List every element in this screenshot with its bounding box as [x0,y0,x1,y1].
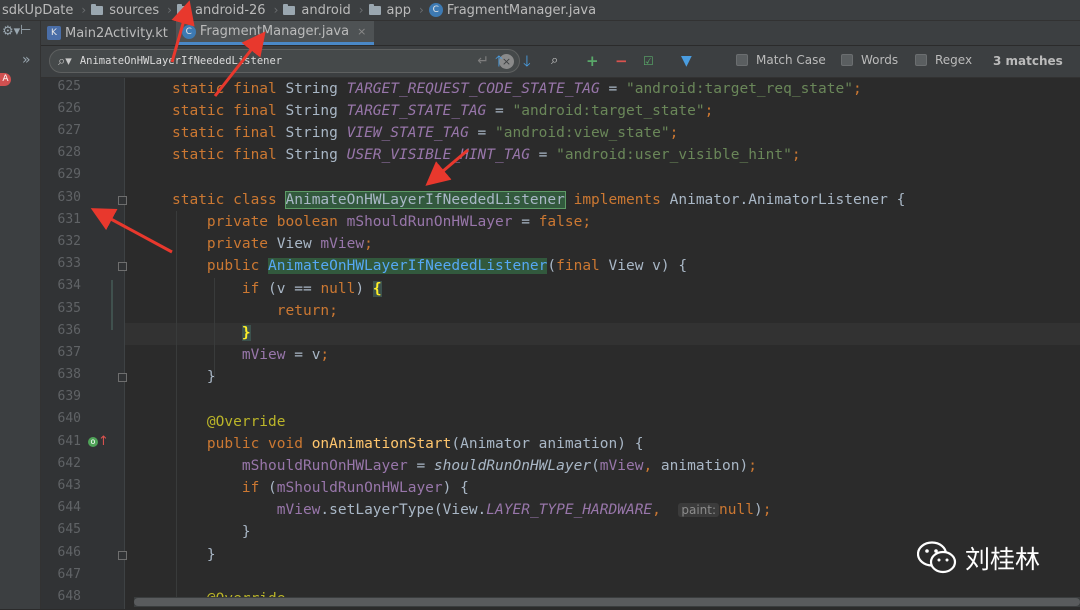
code-line: static final String TARGET_STATE_TAG = "… [172,103,714,119]
code-line: private boolean mShouldRunOnHWLayer = fa… [206,214,592,230]
code-line: public void onAnimationStart(Animator an… [206,436,644,452]
code-line: static final String TARGET_REQUEST_CODE_… [172,81,862,97]
breadcrumb-item-app[interactable]: app [367,3,416,18]
code-line: static final String VIEW_STATE_TAG = "an… [172,125,679,141]
match-case-checkbox[interactable] [736,54,748,66]
select-all-occurrences-icon[interactable]: ☑ [643,52,654,70]
folder-icon [368,3,381,15]
breadcrumb-item-android[interactable]: android [281,3,355,18]
breadcrumb-label: android-26 [194,2,266,18]
breadcrumb-separator: › [81,3,87,17]
previous-occurrence-icon[interactable]: 🡑 [495,52,503,70]
match-case-label[interactable]: Match Case [756,53,826,67]
search-match-current: AnimateOnHWLayerIfNeededListener [284,191,566,209]
hide-panel-icon[interactable]: ⊢ [20,23,31,38]
search-query[interactable]: AnimateOnHWLayerIfNeededListener [80,55,477,67]
settings-icon[interactable]: ⚙▾ [2,24,20,39]
chevron-double-right-icon[interactable]: » [22,52,31,68]
breadcrumb-item-android-26[interactable]: android-26 [175,3,271,18]
horizontal-scrollbar[interactable] [134,597,1080,607]
search-icon[interactable]: ⌕▾ [58,54,72,69]
java-class-icon: C [181,24,196,39]
code-line: mView.setLayerType(View.LAYER_TYPE_HARDW… [276,502,772,518]
breadcrumb-item-file[interactable]: C FragmentManager.java [427,3,601,18]
code-line: } [241,325,251,341]
next-occurrence-icon[interactable]: 🡓 [523,52,531,70]
breadcrumb-item-project[interactable]: sdkUpDate [0,3,78,18]
code-line: mView = v; [241,347,330,363]
breadcrumb-label: android [301,2,351,18]
regex-checkbox[interactable] [915,54,927,66]
tab-fragmentmanager[interactable]: C FragmentManager.java × [175,21,375,45]
breadcrumb-label: sdkUpDate [2,2,74,18]
code-line: public AnimateOnHWLayerIfNeededListener(… [206,258,688,274]
tab-label: Main2Activity.kt [65,25,168,41]
breadcrumb-label: FragmentManager.java [446,2,597,18]
line-number: 629 [57,167,81,182]
code-line: static class AnimateOnHWLayerIfNeededLis… [172,191,906,209]
remove-selection-icon[interactable]: − [615,52,628,70]
search-input[interactable]: ⌕▾ AnimateOnHWLayerIfNeededListener ↵ × [49,49,520,73]
code-line: } [172,369,216,385]
parameter-hint: paint: [678,503,720,517]
breadcrumb: sdkUpDate › sources › android-26 › andro… [0,0,1080,21]
code-line: if (mShouldRunOnHWLayer) { [241,480,469,496]
find-bar: ⌕▾ AnimateOnHWLayerIfNeededListener ↵ × … [41,46,1080,78]
code-line: @Override [206,414,286,430]
breadcrumb-separator: › [167,3,172,17]
words-checkbox[interactable] [841,54,853,66]
breadcrumb-separator: › [273,3,279,17]
scrollbar-thumb[interactable] [134,598,1080,606]
code-line: mShouldRunOnHWLayer = shouldRunOnHWLayer… [241,458,757,474]
folder-icon [91,3,104,15]
filter-icon[interactable]: ▼ [681,52,692,70]
line-number: 639 [57,389,81,404]
code-line: static final String USER_VISIBLE_HINT_TA… [172,147,801,163]
search-match: AnimateOnHWLayerIfNeededListener [268,258,548,274]
java-class-icon: C [428,3,443,17]
tab-label: FragmentManager.java [199,24,350,39]
watermark: 刘桂林 [917,540,1040,576]
breadcrumb-separator: › [358,3,364,17]
breadcrumb-label: app [386,2,412,18]
new-line-icon[interactable]: ↵ [477,53,489,69]
wechat-logo-icon [917,541,957,574]
close-icon[interactable]: × [357,25,366,38]
breadcrumb-label: sources [109,2,160,18]
find-all-icon[interactable]: ⌕ [551,52,558,70]
folder-icon [283,3,296,15]
folder-icon [176,3,189,15]
breadcrumb-item-sources[interactable]: sources [89,3,164,18]
words-label[interactable]: Words [861,53,898,67]
kotlin-file-icon: K [47,26,61,40]
watermark-text: 刘桂林 [965,545,1041,574]
code-line: return; [276,303,338,319]
code-line: private View mView; [206,236,373,252]
add-selection-icon[interactable]: + [586,52,599,70]
line-number: 647 [57,567,81,582]
match-count: 3 matches [993,54,1063,68]
regex-label[interactable]: Regex [935,53,972,67]
tab-main2activity[interactable]: K Main2Activity.kt [41,21,176,45]
code-line: if (v == null) { [241,281,382,297]
breadcrumb-separator: › [419,3,424,17]
editor-tabs: K Main2Activity.kt C FragmentManager.jav… [41,21,1080,45]
